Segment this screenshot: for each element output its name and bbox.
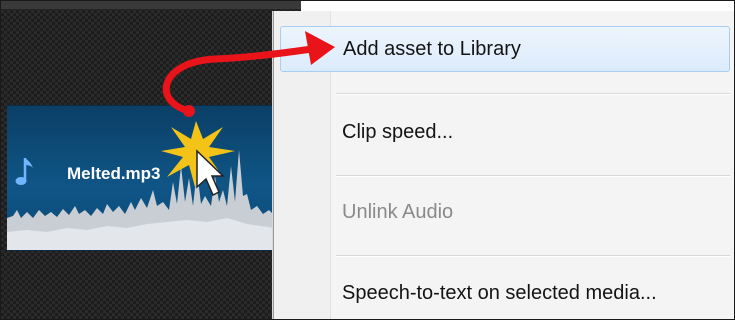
menu-separator: [336, 93, 730, 95]
timeline-area: Melted.mp3: [1, 1, 301, 319]
menu-item-label: Unlink Audio: [342, 200, 454, 223]
clip-filename: Melted.mp3: [67, 164, 161, 183]
menu-item-label: Clip speed...: [342, 120, 454, 143]
menu-item-label: Speech-to-text on selected media...: [342, 281, 657, 304]
screenshot-frame: Melted.mp3 Add asset to Library Clip spe…: [0, 0, 735, 320]
music-note-icon: [15, 158, 33, 185]
menu-item-label: Add asset to Library: [343, 37, 521, 60]
timeline-track-header: [1, 1, 301, 9]
menu-item-clip-speed[interactable]: Clip speed...: [280, 109, 730, 155]
context-menu: Add asset to Library Clip speed... Unlin…: [273, 11, 734, 319]
menu-item-unlink-audio: Unlink Audio: [280, 189, 730, 235]
menu-separator: [336, 255, 730, 257]
audio-clip[interactable]: Melted.mp3: [7, 105, 275, 251]
menu-separator: [336, 175, 730, 177]
menu-item-add-asset-to-library[interactable]: Add asset to Library: [280, 26, 730, 72]
menu-item-speech-to-text[interactable]: Speech-to-text on selected media...: [280, 270, 730, 316]
